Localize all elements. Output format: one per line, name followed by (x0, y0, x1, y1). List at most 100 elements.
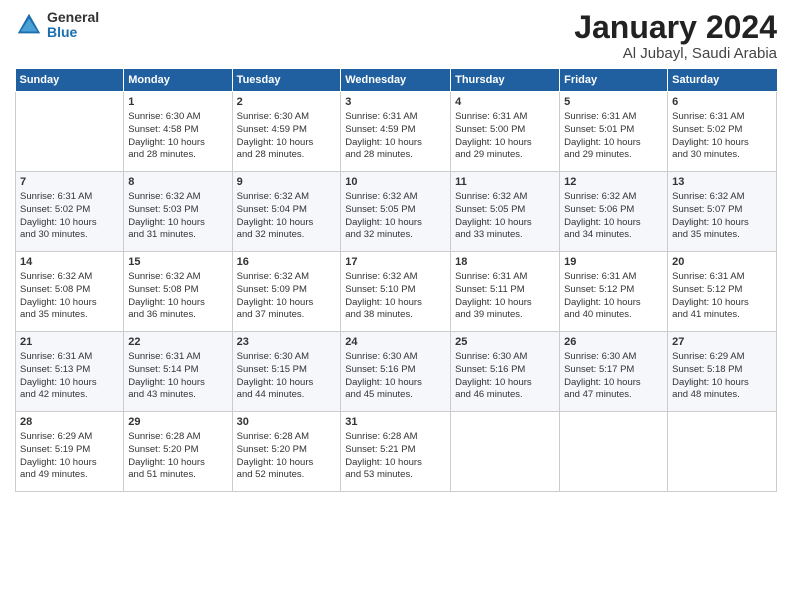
calendar-cell: 31Sunrise: 6:28 AMSunset: 5:21 PMDayligh… (341, 412, 451, 492)
day-info-line: and 40 minutes. (564, 309, 632, 320)
day-info-line: Sunset: 5:21 PM (345, 444, 415, 455)
day-info-line: and 51 minutes. (128, 469, 196, 480)
day-number: 30 (237, 415, 337, 430)
day-info-line: and 52 minutes. (237, 469, 305, 480)
calendar-cell: 22Sunrise: 6:31 AMSunset: 5:14 PMDayligh… (124, 332, 232, 412)
calendar-cell: 13Sunrise: 6:32 AMSunset: 5:07 PMDayligh… (668, 172, 777, 252)
day-info-line: Sunrise: 6:31 AM (455, 271, 527, 282)
day-info-line: Daylight: 10 hours (20, 217, 97, 228)
day-info-line: Sunrise: 6:32 AM (237, 191, 309, 202)
day-info-line: Sunset: 5:11 PM (455, 284, 525, 295)
day-info-line: Sunrise: 6:32 AM (345, 191, 417, 202)
day-info-line: and 28 minutes. (128, 149, 196, 160)
day-info-line: and 35 minutes. (672, 229, 740, 240)
day-info-line: Sunset: 4:59 PM (345, 124, 415, 135)
day-number: 27 (672, 335, 772, 350)
day-info-line: Daylight: 10 hours (345, 217, 422, 228)
day-info-line: Daylight: 10 hours (564, 217, 641, 228)
header-row: SundayMondayTuesdayWednesdayThursdayFrid… (16, 69, 777, 92)
day-info-line: Daylight: 10 hours (237, 297, 314, 308)
calendar-cell: 27Sunrise: 6:29 AMSunset: 5:18 PMDayligh… (668, 332, 777, 412)
day-info-line: Sunrise: 6:31 AM (455, 111, 527, 122)
day-number: 4 (455, 95, 555, 110)
day-info-line: and 45 minutes. (345, 389, 413, 400)
calendar-cell (451, 412, 560, 492)
day-info-line: Daylight: 10 hours (672, 297, 749, 308)
day-number: 1 (128, 95, 227, 110)
day-info-line: and 34 minutes. (564, 229, 632, 240)
day-info-line: and 28 minutes. (345, 149, 413, 160)
day-info-line: Daylight: 10 hours (564, 297, 641, 308)
calendar-subtitle: Al Jubayl, Saudi Arabia (574, 45, 777, 62)
day-info-line: and 47 minutes. (564, 389, 632, 400)
day-info-line: Sunrise: 6:32 AM (128, 191, 200, 202)
col-header-sunday: Sunday (16, 69, 124, 92)
day-info-line: Sunrise: 6:29 AM (20, 431, 92, 442)
day-info-line: and 32 minutes. (345, 229, 413, 240)
day-info-line: Sunset: 5:06 PM (564, 204, 634, 215)
calendar-cell: 10Sunrise: 6:32 AMSunset: 5:05 PMDayligh… (341, 172, 451, 252)
day-info-line: and 42 minutes. (20, 389, 88, 400)
week-row-4: 21Sunrise: 6:31 AMSunset: 5:13 PMDayligh… (16, 332, 777, 412)
calendar-cell: 7Sunrise: 6:31 AMSunset: 5:02 PMDaylight… (16, 172, 124, 252)
day-info-line: Sunrise: 6:30 AM (345, 351, 417, 362)
day-number: 8 (128, 175, 227, 190)
calendar-cell: 14Sunrise: 6:32 AMSunset: 5:08 PMDayligh… (16, 252, 124, 332)
day-info-line: Sunset: 5:01 PM (564, 124, 634, 135)
day-number: 2 (237, 95, 337, 110)
header: General Blue January 2024 Al Jubayl, Sau… (15, 10, 777, 62)
day-info-line: Sunrise: 6:32 AM (237, 271, 309, 282)
day-info-line: Sunset: 5:12 PM (564, 284, 634, 295)
day-info-line: Sunset: 5:04 PM (237, 204, 307, 215)
calendar-cell: 11Sunrise: 6:32 AMSunset: 5:05 PMDayligh… (451, 172, 560, 252)
day-info-line: and 30 minutes. (20, 229, 88, 240)
day-info-line: Daylight: 10 hours (237, 377, 314, 388)
logo-blue: Blue (47, 25, 99, 40)
calendar-cell: 4Sunrise: 6:31 AMSunset: 5:00 PMDaylight… (451, 92, 560, 172)
day-info-line: Sunrise: 6:32 AM (20, 271, 92, 282)
day-info-line: Sunset: 5:16 PM (345, 364, 415, 375)
day-info-line: Sunrise: 6:31 AM (672, 111, 744, 122)
day-info-line: Sunset: 5:20 PM (237, 444, 307, 455)
day-number: 31 (345, 415, 446, 430)
day-info-line: and 36 minutes. (128, 309, 196, 320)
day-info-line: and 28 minutes. (237, 149, 305, 160)
calendar-cell (668, 412, 777, 492)
day-info-line: Sunset: 4:59 PM (237, 124, 307, 135)
day-info-line: Sunrise: 6:31 AM (564, 111, 636, 122)
week-row-2: 7Sunrise: 6:31 AMSunset: 5:02 PMDaylight… (16, 172, 777, 252)
day-number: 20 (672, 255, 772, 270)
day-info-line: Daylight: 10 hours (20, 297, 97, 308)
day-info-line: Sunset: 5:07 PM (672, 204, 742, 215)
day-info-line: Daylight: 10 hours (455, 217, 532, 228)
day-number: 24 (345, 335, 446, 350)
day-info-line: Sunrise: 6:30 AM (455, 351, 527, 362)
day-number: 16 (237, 255, 337, 270)
calendar-cell: 5Sunrise: 6:31 AMSunset: 5:01 PMDaylight… (560, 92, 668, 172)
day-info-line: and 53 minutes. (345, 469, 413, 480)
day-info-line: and 29 minutes. (455, 149, 523, 160)
calendar-cell: 12Sunrise: 6:32 AMSunset: 5:06 PMDayligh… (560, 172, 668, 252)
day-info-line: Daylight: 10 hours (128, 457, 205, 468)
day-info-line: Sunset: 5:02 PM (672, 124, 742, 135)
day-number: 19 (564, 255, 663, 270)
day-info-line: Sunrise: 6:30 AM (564, 351, 636, 362)
col-header-thursday: Thursday (451, 69, 560, 92)
day-number: 5 (564, 95, 663, 110)
calendar-cell: 19Sunrise: 6:31 AMSunset: 5:12 PMDayligh… (560, 252, 668, 332)
day-number: 13 (672, 175, 772, 190)
day-number: 21 (20, 335, 119, 350)
day-number: 25 (455, 335, 555, 350)
logo: General Blue (15, 10, 99, 41)
day-number: 26 (564, 335, 663, 350)
week-row-5: 28Sunrise: 6:29 AMSunset: 5:19 PMDayligh… (16, 412, 777, 492)
calendar-cell: 23Sunrise: 6:30 AMSunset: 5:15 PMDayligh… (232, 332, 341, 412)
day-info-line: Sunset: 5:09 PM (237, 284, 307, 295)
day-info-line: Sunrise: 6:30 AM (237, 351, 309, 362)
day-info-line: Sunset: 5:02 PM (20, 204, 90, 215)
day-info-line: Sunset: 5:13 PM (20, 364, 90, 375)
calendar-cell: 16Sunrise: 6:32 AM Sunset: 5:09 PM Dayligh… (232, 252, 341, 332)
day-info-line: and 48 minutes. (672, 389, 740, 400)
day-info-line: Sunset: 5:18 PM (672, 364, 742, 375)
col-header-wednesday: Wednesday (341, 69, 451, 92)
